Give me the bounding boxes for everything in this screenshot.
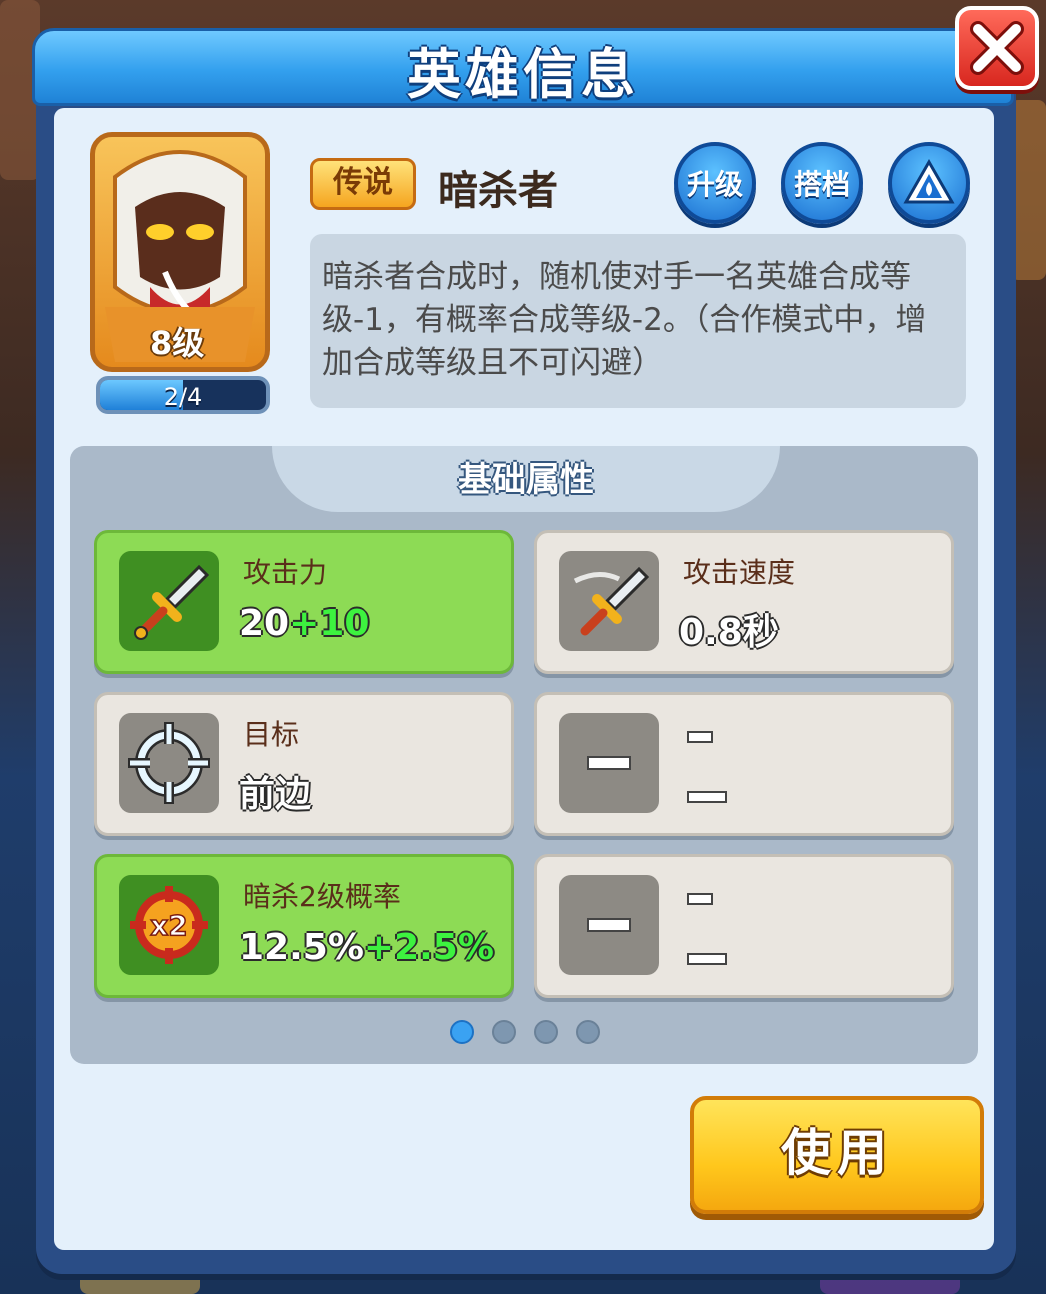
empty-value-dash xyxy=(687,791,727,803)
partner-button[interactable]: 搭档 xyxy=(781,142,863,224)
upgrade-button[interactable]: 升级 xyxy=(674,142,756,224)
use-button[interactable]: 使用 xyxy=(690,1096,984,1214)
attr-value: 20+10 xyxy=(239,603,369,644)
page-dot[interactable] xyxy=(450,1020,474,1044)
page-dot[interactable] xyxy=(534,1020,558,1044)
page-dot[interactable] xyxy=(492,1020,516,1044)
page-indicator xyxy=(450,1020,600,1044)
card-progress-bar: 2/4 xyxy=(96,376,270,414)
page-dot[interactable] xyxy=(576,1020,600,1044)
hero-name: 暗杀者 xyxy=(438,168,558,214)
empty-label-dash xyxy=(687,893,713,905)
hero-description: 暗杀者合成时，随机使对手一名英雄合成等级-1，有概率合成等级-2。（合作模式中，… xyxy=(310,234,966,408)
crosshair-icon xyxy=(119,713,219,813)
attr-card-attack-speed: 攻击速度 0.8秒 xyxy=(534,530,954,674)
attr-value: 12.5%+2.5% xyxy=(239,927,494,968)
rarity-badge: 传说 xyxy=(310,158,416,210)
hero-level-badge: 8级 xyxy=(150,324,205,362)
attr-label: 攻击速度 xyxy=(683,556,796,589)
empty-label-dash xyxy=(687,731,713,743)
close-icon xyxy=(970,21,1024,75)
x2-target-icon: x2 xyxy=(119,875,219,975)
attr-bonus-value: +2.5% xyxy=(363,927,494,968)
element-button[interactable] xyxy=(888,142,970,224)
attr-label: 暗杀2级概率 xyxy=(243,880,401,913)
dialog-title: 英雄信息 xyxy=(407,43,639,106)
attr-card-assassinate-chance: x2 暗杀2级概率 12.5%+2.5% xyxy=(94,854,514,998)
attr-card-attack: 攻击力 20+10 xyxy=(94,530,514,674)
attr-label: 攻击力 xyxy=(243,556,328,589)
attr-base-value: 20 xyxy=(239,603,290,644)
attr-card-target: 目标 前边 xyxy=(94,692,514,836)
attributes-title: 基础属性 xyxy=(458,460,594,500)
attr-card-empty xyxy=(534,854,954,998)
swinging-sword-icon xyxy=(559,551,659,651)
empty-value-dash xyxy=(687,953,727,965)
attr-base-value: 12.5% xyxy=(239,927,364,968)
attr-value: 0.8秒 xyxy=(679,612,779,653)
attr-label: 目标 xyxy=(243,718,300,751)
attr-card-empty xyxy=(534,692,954,836)
attr-value: 前边 xyxy=(239,774,312,815)
close-button[interactable] xyxy=(955,6,1039,90)
empty-slot-icon xyxy=(559,875,659,975)
svg-text:x2: x2 xyxy=(150,909,188,942)
sword-icon xyxy=(119,551,219,651)
flame-triangle-icon xyxy=(903,158,955,204)
empty-slot-icon xyxy=(559,713,659,813)
attr-bonus-value: +10 xyxy=(289,603,370,644)
card-progress-text: 2/4 xyxy=(163,383,203,411)
